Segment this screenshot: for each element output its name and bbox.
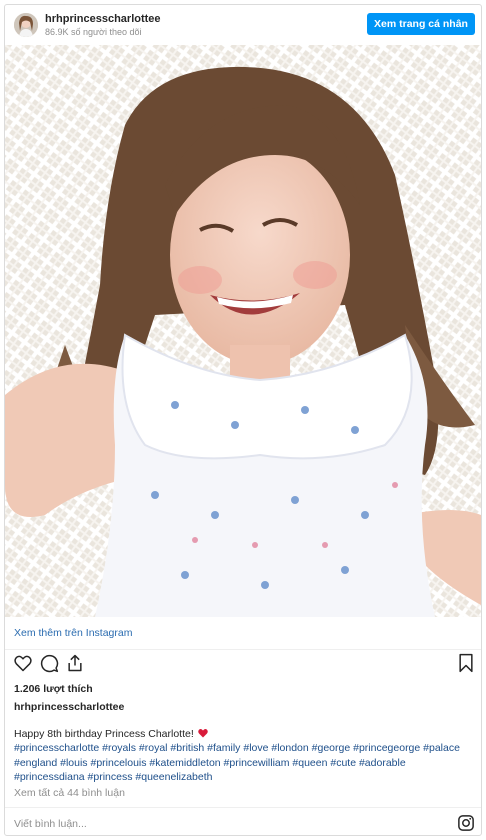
instagram-embed-card: hrhprincesscharlottee 86.9K số người the… (4, 4, 482, 836)
follower-count: 86.9K số người theo dõi (45, 27, 142, 37)
avatar-image (14, 13, 38, 37)
comment-icon[interactable] (39, 653, 61, 675)
like-count[interactable]: 1.206 lượt thích (14, 683, 93, 695)
view-more-on-instagram-link[interactable]: Xem thêm trên Instagram (14, 627, 132, 639)
post-photo[interactable] (5, 45, 481, 617)
share-icon[interactable] (65, 653, 87, 675)
heart-icon[interactable] (13, 653, 35, 675)
comment-input[interactable]: Viết bình luận... (14, 818, 87, 830)
instagram-icon[interactable] (457, 814, 475, 835)
post-header: hrhprincesscharlottee 86.9K số người the… (5, 5, 481, 45)
caption-username[interactable]: hrhprincesscharlottee (14, 701, 124, 713)
divider (5, 649, 481, 650)
hashtags[interactable]: #princesscharlotte #royals #royal #briti… (14, 741, 476, 785)
bookmark-icon[interactable] (457, 653, 479, 675)
post-photo-image (5, 45, 481, 617)
view-profile-button[interactable]: Xem trang cá nhân (367, 13, 475, 35)
action-bar (5, 653, 481, 677)
caption-text: Happy 8th birthday Princess Charlotte! (14, 728, 194, 740)
header-username[interactable]: hrhprincesscharlottee (45, 13, 161, 25)
comment-bar: Viết bình luận... (5, 807, 481, 835)
avatar[interactable] (14, 13, 38, 37)
view-all-comments-link[interactable]: Xem tất cả 44 bình luận (14, 787, 125, 799)
